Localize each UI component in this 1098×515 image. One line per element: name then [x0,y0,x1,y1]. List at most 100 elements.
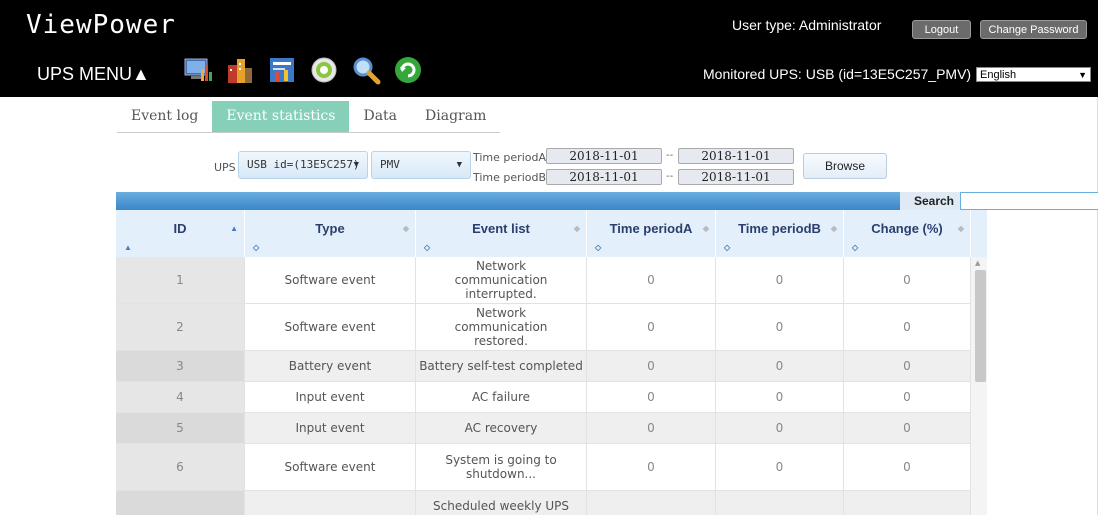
app-header: ViewPower UPS MENU▲ User type: Administr… [0,0,1098,97]
cell-period-b: 0 [716,351,844,381]
cell-period-a: 0 [587,304,716,350]
tab-bar: Event log Event statistics Data Diagram [117,101,501,133]
sort-icon: ◆ [830,224,837,233]
cell-id: 1 [116,257,245,303]
column-header-id-label: ID [173,221,187,236]
toolbar [183,55,423,87]
sort-icon: ◆ [573,224,580,233]
table-header: ID ▲ ▲ Type ◇ ◆ Event list ◇ ◆ Time peri… [116,210,987,257]
cell-change: 0 [844,382,971,412]
period-a-to-input[interactable]: 2018-11-01 [678,148,794,164]
cell-period-b: 0 [716,382,844,412]
logout-button[interactable]: Logout [912,20,971,39]
column-header-id[interactable]: ID ▲ ▲ [116,210,245,257]
browse-button[interactable]: Browse [803,153,887,179]
cell-period-a: 0 [587,444,716,490]
cell-type: Software event [245,257,416,303]
scroll-up-icon[interactable]: ▲ [975,259,980,267]
model-select[interactable]: PMV ▼ [371,151,471,179]
sort-icon: ◆ [402,224,409,233]
table-row[interactable]: 5 Input event AC recovery 0 0 0 [116,413,971,444]
table-row[interactable]: 3 Battery event Battery self-test comple… [116,351,971,382]
period-b-separator: -- [666,171,674,182]
cell-id: 6 [116,444,245,490]
column-header-type-label: Type [315,221,345,236]
table-row[interactable]: Scheduled weekly UPS [116,491,971,515]
period-a-separator: -- [666,150,674,161]
language-value: English [980,69,1017,81]
monitored-ups-label: Monitored UPS: USB (id=13E5C257_PMV) [703,66,972,82]
column-header-period-a[interactable]: Time periodA ◇ ◆ [587,210,716,257]
cell-period-b: 0 [716,413,844,443]
chevron-down-icon: ▼ [456,160,462,170]
cell-event: Battery self-test completed [416,351,587,381]
cell-change: 0 [844,444,971,490]
cell-type: Battery event [245,351,416,381]
table-search-bar: Search [116,192,1098,210]
search-input[interactable] [960,192,1098,210]
period-b-from-input[interactable]: 2018-11-01 [546,169,662,185]
sort-icon: ◇ [852,243,859,252]
gear-icon[interactable] [309,55,339,85]
language-select[interactable]: English ▼ [976,67,1091,82]
cell-event: Scheduled weekly UPS [416,491,587,515]
period-b-to-input[interactable]: 2018-11-01 [678,169,794,185]
column-header-event-list[interactable]: Event list ◇ ◆ [416,210,587,257]
cell-type [245,491,416,515]
sort-icon: ◇ [724,243,731,252]
table-row[interactable]: 1 Software event Network communication i… [116,257,971,304]
cell-type: Software event [245,444,416,490]
cell-event: Network communication interrupted. [416,257,587,303]
table-body: 1 Software event Network communication i… [116,257,971,515]
cell-event: AC recovery [416,413,587,443]
cell-period-a [587,491,716,515]
chevron-down-icon: ▼ [1078,70,1087,80]
change-password-button[interactable]: Change Password [980,20,1087,39]
sort-active-icon: ▲ [230,224,238,233]
cell-event: Network communication restored. [416,304,587,350]
cell-change: 0 [844,351,971,381]
ups-select[interactable]: USB id=(13E5C257) ▼ [238,151,368,179]
ups-label: UPS [214,161,236,174]
table-row[interactable]: 4 Input event AC failure 0 0 0 [116,382,971,413]
cell-period-b: 0 [716,257,844,303]
cell-id: 4 [116,382,245,412]
column-header-period-b-label: Time periodB [738,221,821,236]
table-row[interactable]: 2 Software event Network communication r… [116,304,971,351]
refresh-icon[interactable] [393,55,423,85]
cell-change: 0 [844,304,971,350]
sort-icon: ◇ [595,243,602,252]
cell-type: Input event [245,413,416,443]
app-logo: ViewPower [26,10,176,40]
chevron-down-icon: ▼ [353,160,359,170]
monitor-chart-icon[interactable] [183,55,213,85]
tab-data[interactable]: Data [349,101,411,132]
tab-event-statistics[interactable]: Event statistics [212,101,350,132]
cell-event: System is going to shutdown... [416,444,587,490]
column-header-period-b[interactable]: Time periodB ◇ ◆ [716,210,844,257]
cell-period-a: 0 [587,257,716,303]
scrollbar-thumb[interactable] [975,270,986,382]
column-header-type[interactable]: Type ◇ ◆ [245,210,416,257]
cell-id: 3 [116,351,245,381]
table-row[interactable]: 6 Software event System is going to shut… [116,444,971,491]
magnifier-icon[interactable] [351,55,381,85]
cell-change: 0 [844,257,971,303]
cell-id: 5 [116,413,245,443]
cell-period-a: 0 [587,382,716,412]
ups-menu-toggle[interactable]: UPS MENU▲ [37,64,150,85]
period-a-from-input[interactable]: 2018-11-01 [546,148,662,164]
buildings-icon[interactable] [225,55,255,85]
column-header-change[interactable]: Change (%) ◇ ◆ [844,210,971,257]
user-type-label: User type: Administrator [732,17,882,33]
cell-type: Software event [245,304,416,350]
column-header-change-label: Change (%) [871,221,943,236]
tab-diagram[interactable]: Diagram [411,101,500,132]
cell-period-a: 0 [587,351,716,381]
tab-event-log[interactable]: Event log [117,101,212,132]
column-header-event-label: Event list [472,221,530,236]
cell-type: Input event [245,382,416,412]
cell-period-b: 0 [716,444,844,490]
cell-period-b: 0 [716,304,844,350]
tools-icon[interactable] [267,55,297,85]
